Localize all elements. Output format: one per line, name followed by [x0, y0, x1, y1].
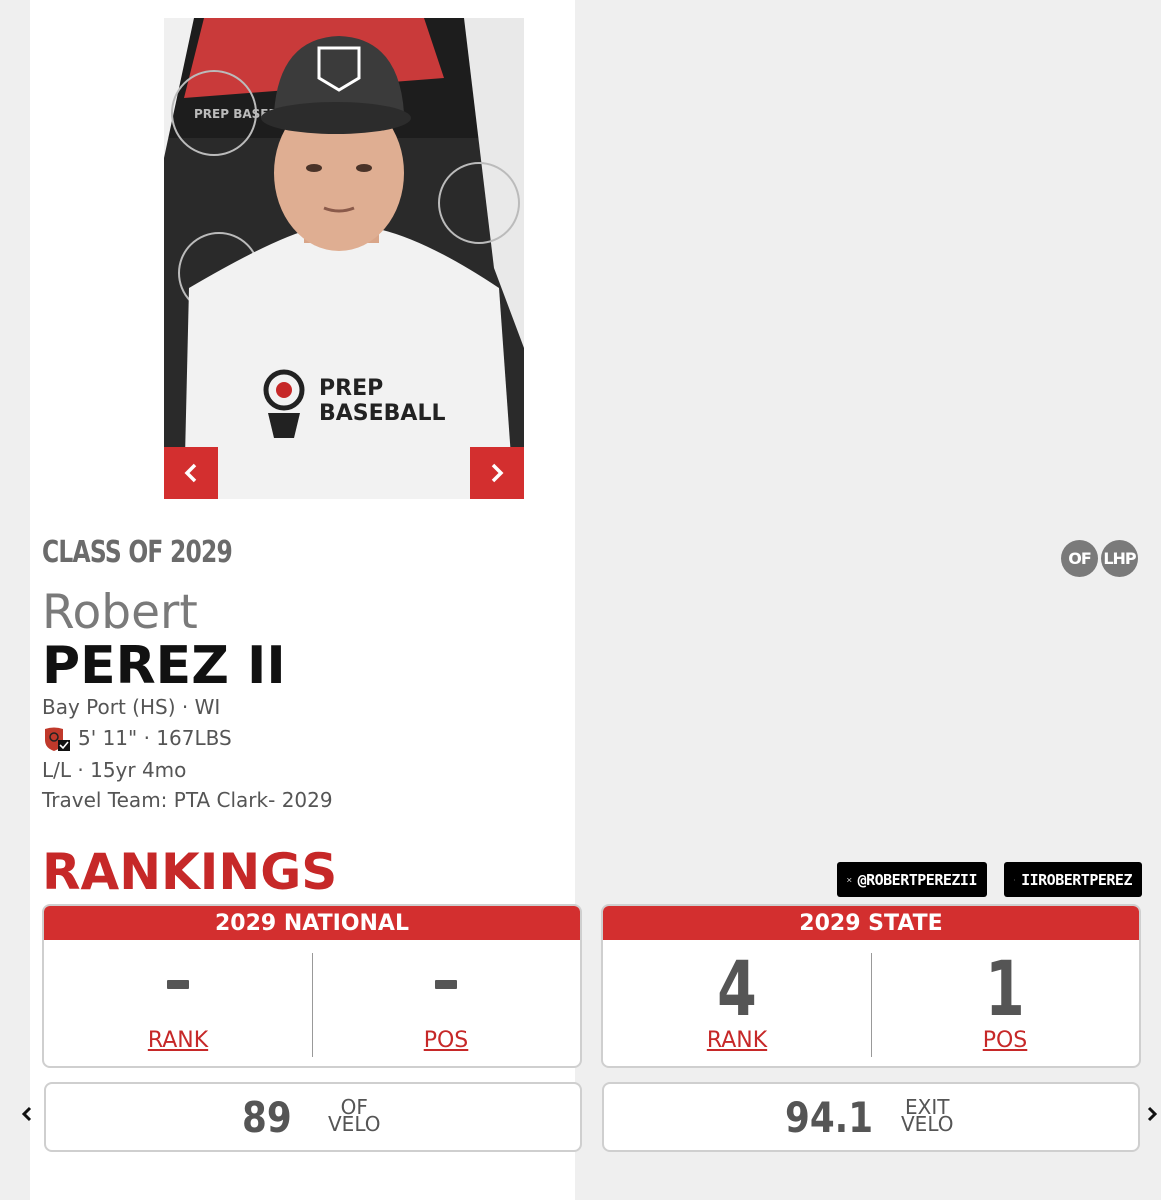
- position-badges: OF LHP: [1061, 540, 1138, 577]
- national-rank-value: [167, 980, 189, 989]
- player-first-name: Robert: [42, 585, 198, 640]
- photo-prev-button[interactable]: [164, 447, 218, 499]
- x-profile-link[interactable]: @ROBERTPEREZII: [837, 862, 987, 897]
- exit-velo-stat: 94.1 EXIT VELO: [602, 1082, 1140, 1152]
- exit-velo-value: 94.1: [785, 1093, 874, 1142]
- photo-next-button[interactable]: [470, 447, 524, 499]
- of-velo-value: 89: [242, 1093, 292, 1142]
- shirt-text-line2: BASEBALL: [319, 401, 446, 426]
- size-line: 5' 11" · 167LBS: [78, 726, 232, 750]
- shirt-text-line1: PREP: [319, 376, 383, 401]
- instagram-profile-link[interactable]: IIROBERTPEREZ: [1004, 862, 1142, 897]
- state-pos-link[interactable]: POS: [871, 1028, 1139, 1053]
- of-velo-stat: 89 OF VELO: [44, 1082, 582, 1152]
- position-badge-lhp: LHP: [1101, 540, 1138, 577]
- x-logo-icon: [847, 877, 852, 882]
- caret-left-icon: [21, 1106, 32, 1122]
- state-ranking-card: 2029 STATE 4 RANK 1 POS: [601, 904, 1141, 1068]
- state-rank-value: 4: [717, 944, 757, 1033]
- travel-team-line: Travel Team: PTA Clark- 2029: [42, 788, 333, 812]
- national-ranking-header: 2029 NATIONAL: [44, 906, 580, 940]
- x-handle: @ROBERTPEREZII: [857, 870, 978, 889]
- national-pos-link[interactable]: POS: [312, 1028, 580, 1053]
- state-pos-value: 1: [985, 944, 1025, 1033]
- chevron-left-icon: [184, 463, 197, 483]
- instagram-icon: [1014, 878, 1016, 881]
- stats-prev-arrow[interactable]: [21, 1103, 32, 1128]
- class-of-label: CLASS OF 2029: [42, 535, 233, 570]
- state-ranking-header: 2029 STATE: [603, 906, 1139, 940]
- exit-velo-label-line2: VELO: [901, 1112, 954, 1136]
- stats-next-arrow[interactable]: [1147, 1103, 1158, 1128]
- of-velo-label: OF VELO: [328, 1097, 381, 1136]
- exit-velo-label: EXIT VELO: [901, 1097, 954, 1136]
- school-line: Bay Port (HS) · WI: [42, 695, 221, 719]
- team-logo-icon: [45, 727, 70, 751]
- player-photo: PREP BASEBALL PREP BASEBALL: [164, 18, 524, 499]
- position-badge-of: OF: [1061, 540, 1098, 577]
- of-velo-label-line2: VELO: [328, 1112, 381, 1136]
- national-pos-value: [435, 980, 457, 989]
- national-ranking-card: 2029 NATIONAL RANK POS: [42, 904, 582, 1068]
- rankings-title: RANKINGS: [42, 843, 338, 901]
- caret-right-icon: [1147, 1106, 1158, 1122]
- national-rank-link[interactable]: RANK: [44, 1028, 312, 1053]
- instagram-handle: IIROBERTPEREZ: [1021, 870, 1132, 889]
- player-last-name: PEREZ II: [42, 636, 286, 696]
- chevron-right-icon: [491, 463, 504, 483]
- bats-throws-age-line: L/L · 15yr 4mo: [42, 758, 187, 782]
- state-rank-link[interactable]: RANK: [603, 1028, 871, 1053]
